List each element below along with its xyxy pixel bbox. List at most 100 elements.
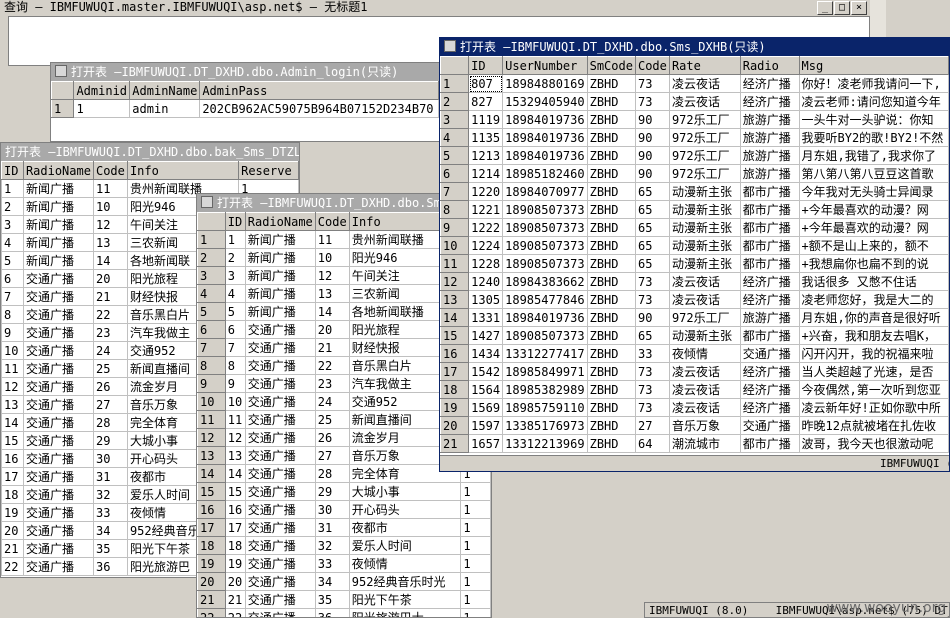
table-row[interactable]: 20 20 交通广播 34 952经典音乐时光 1 (197, 572, 491, 591)
table-cell: 1224 (468, 236, 504, 255)
table-cell: 开心码头 (348, 500, 462, 519)
row-header: 17 (440, 362, 470, 381)
bak-sms-dtzl-titlebar[interactable]: 打开表 —IBMFUWUQI.DT_DXHD.dbo.bak_Sms_DTZL(… (1, 143, 299, 161)
table-cell: 202CB962AC59075B964B07152D234B70 (199, 99, 439, 118)
table-cell: 22 (224, 608, 246, 617)
row-header: 3 (440, 110, 470, 129)
table-cell: 972乐工厂 (668, 146, 741, 165)
table-cell: 2 (224, 248, 246, 267)
table-row[interactable]: 1 1 admin 202CB962AC59075B964B07152D234B70 (51, 99, 439, 118)
table-cell: 1569 (468, 398, 504, 417)
table-row[interactable]: 11 1228 18908507373 ZBHD 65 动漫新主张 都市广播 +我想扁你也扁不… (440, 254, 949, 273)
table-cell: 交通广播 (244, 554, 316, 573)
table-cell: 动漫新主张 (668, 236, 741, 255)
table-row[interactable]: 19 1569 18985759110 ZBHD 73 凌云夜话 经济广播 凌云新年好!正如你… (440, 398, 949, 417)
table-cell: 2 (1, 197, 24, 216)
table-row[interactable]: 17 17 交通广播 31 夜都市 1 (197, 518, 491, 537)
table-cell: 动漫新主张 (668, 326, 741, 345)
column-header[interactable]: SmCode (586, 56, 636, 75)
table-row[interactable]: 12 1240 18984383662 ZBHD 73 凌云夜话 经济广播 我话很多 又憋不住… (440, 272, 949, 291)
column-header[interactable]: Code (314, 212, 350, 231)
table-row[interactable]: 17 1542 18985849971 ZBHD 73 凌云夜话 经济广播 当人类超越了光速，… (440, 362, 949, 381)
column-header[interactable]: AdminName (129, 81, 201, 100)
table-cell: 1657 (468, 434, 504, 453)
column-header[interactable]: Code (634, 56, 670, 75)
table-row[interactable]: 18 18 交通广播 32 爱乐人时间 1 (197, 536, 491, 555)
table-row[interactable]: 15 1427 18908507373 ZBHD 65 动漫新主张 都市广播 +兴奋，我和朋友… (440, 326, 949, 345)
table-row[interactable]: 2 827 15329405940 ZBHD 73 凌云夜话 经济广播 凌云老师:请问您知道今… (440, 92, 949, 111)
column-header[interactable]: AdminPass (199, 81, 439, 100)
column-header[interactable]: UserNumber (502, 56, 588, 75)
table-cell: 经济广播 (739, 92, 800, 111)
table-row[interactable]: 22 22 交通广播 36 阳光旅游巴士 1 (197, 608, 491, 617)
column-header[interactable]: RadioName (244, 212, 316, 231)
table-row[interactable]: 8 1221 18908507373 ZBHD 65 动漫新主张 都市广播 +今年最喜欢的动漫… (440, 200, 949, 219)
table-cell: 73 (634, 290, 670, 309)
column-header[interactable]: ID (468, 56, 504, 75)
row-header: 3 (197, 266, 226, 285)
table-cell: 18908507373 (502, 218, 588, 237)
table-row[interactable]: 16 1434 13312277417 ZBHD 33 夜倾情 交通广播 闪开闪开，我的祝福来… (440, 344, 949, 363)
column-header[interactable]: ID (224, 212, 246, 231)
column-header[interactable]: Code (92, 161, 128, 180)
maximize-button[interactable]: □ (834, 1, 850, 15)
column-header[interactable]: Info (126, 161, 240, 180)
table-icon (201, 196, 213, 208)
main-title: 查询 — IBMFUWUQI.master.IBMFUWUQI\asp.net$… (4, 0, 368, 14)
table-row[interactable]: 18 1564 18985382989 ZBHD 73 凌云夜话 经济广播 今夜偶然,第一次听… (440, 380, 949, 399)
table-cell: 都市广播 (739, 218, 800, 237)
table-row[interactable]: 15 15 交通广播 29 大城小事 1 (197, 482, 491, 501)
table-row[interactable]: 1 807 18984880169 ZBHD 73 凌云夜话 经济广播 你好！凌老师我请问一下… (440, 74, 949, 93)
column-header[interactable]: Rate (668, 56, 741, 75)
table-cell: 交通广播 (22, 485, 94, 504)
table-row[interactable]: 19 19 交通广播 33 夜倾情 1 (197, 554, 491, 573)
table-row[interactable]: 6 1214 18985182460 ZBHD 90 972乐工厂 旅游广播 第八第八第八豆豆… (440, 164, 949, 183)
table-cell: 交通广播 (244, 320, 316, 339)
table-row[interactable]: 14 1331 18984019736 ZBHD 90 972乐工厂 旅游广播 月东姐,你的声… (440, 308, 949, 327)
watermark: www.wooyun.org (826, 600, 946, 616)
column-header[interactable]: ID (1, 161, 24, 180)
column-header[interactable]: Adminid (73, 81, 131, 100)
column-header[interactable]: Radio (739, 56, 800, 75)
table-cell: 交通广播 (22, 323, 94, 342)
column-header[interactable]: RadioName (22, 161, 94, 180)
admin-login-window[interactable]: 打开表 —IBMFUWUQI.DT_DXHD.dbo.Admin_login(只… (50, 62, 440, 142)
table-row[interactable]: 9 1222 18908507373 ZBHD 65 动漫新主张 都市广播 +今年最喜欢的动漫… (440, 218, 949, 237)
table-row[interactable]: 10 1224 18908507373 ZBHD 65 动漫新主张 都市广播 +额不是山上来的… (440, 236, 949, 255)
table-cell: +今年最喜欢的动漫？网 (798, 218, 949, 237)
main-title-bar: 查询 — IBMFUWUQI.master.IBMFUWUQI\asp.net$… (0, 0, 870, 16)
table-row[interactable]: 13 1305 18985477846 ZBHD 73 凌云夜话 经济广播 凌老师您好，我是大… (440, 290, 949, 309)
table-cell: 19 (224, 554, 246, 573)
sms-dxhb-window[interactable]: 打开表 —IBMFUWUQI.DT_DXHD.dbo.Sms_DXHB(只读) … (439, 37, 950, 472)
minimize-button[interactable]: _ (817, 1, 833, 15)
table-cell: 18908507373 (502, 254, 588, 273)
row-header: 6 (197, 320, 226, 339)
table-row[interactable]: 16 16 交通广播 30 开心码头 1 (197, 500, 491, 519)
table-cell: 15 (1, 431, 24, 450)
table-cell: 8 (224, 356, 246, 375)
admin-login-titlebar[interactable]: 打开表 —IBMFUWUQI.DT_DXHD.dbo.Admin_login(只… (51, 63, 439, 81)
table-row[interactable]: 21 1657 13312213969 ZBHD 64 潮流城市 都市广播 波哥，我今天也很激… (440, 434, 949, 453)
table-row[interactable]: 20 1597 13385176973 ZBHD 27 音乐万象 交通广播 昨晚12点就被堵在… (440, 416, 949, 435)
column-header[interactable]: Reserve (238, 161, 299, 180)
column-header[interactable]: Msg (798, 56, 949, 75)
table-cell: 交通广播 (739, 344, 800, 363)
column-header[interactable] (197, 212, 226, 231)
table-row[interactable]: 7 1220 18984070977 ZBHD 65 动漫新主张 都市广播 今年我对无头骑士… (440, 182, 949, 201)
table-cell: 32 (92, 485, 128, 504)
sms-dxhb-titlebar[interactable]: 打开表 —IBMFUWUQI.DT_DXHD.dbo.Sms_DXHB(只读) (440, 38, 949, 56)
close-button[interactable]: × (851, 1, 867, 15)
table-cell: ZBHD (586, 290, 636, 309)
table-row[interactable]: 5 1213 18984019736 ZBHD 90 972乐工厂 旅游广播 月东姐,我错了,… (440, 146, 949, 165)
table-cell: 交通广播 (22, 359, 94, 378)
table-cell: 夜倾情 (348, 554, 462, 573)
table-row[interactable]: 3 1119 18984019736 ZBHD 90 972乐工厂 旅游广播 一头牛对一头驴说… (440, 110, 949, 129)
table-cell: 31 (314, 518, 350, 537)
column-header[interactable] (440, 56, 470, 75)
table-cell: 1213 (468, 146, 504, 165)
table-row[interactable]: 4 1135 18984019736 ZBHD 90 972乐工厂 旅游广播 我要听BY2的歌… (440, 128, 949, 147)
table-cell: 14 (224, 464, 246, 483)
table-row[interactable]: 21 21 交通广播 35 阳光下午茶 1 (197, 590, 491, 609)
table-cell: 1331 (468, 308, 504, 327)
column-header[interactable] (51, 81, 75, 100)
